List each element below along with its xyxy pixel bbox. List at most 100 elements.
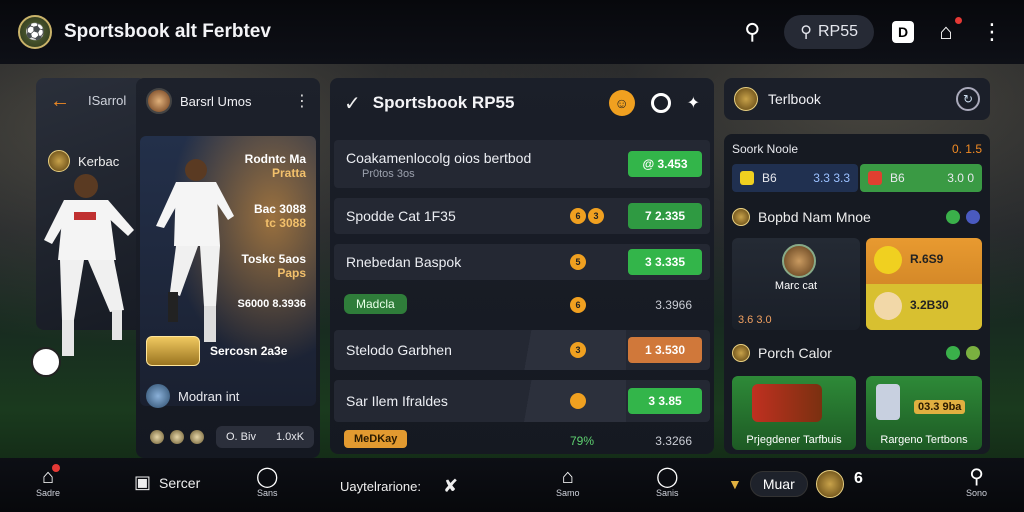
row-accent xyxy=(506,380,626,422)
sport-mode-label: Soork Noole xyxy=(732,142,799,156)
search-icon: ⚲ xyxy=(969,466,984,488)
moderator-label: Modran int xyxy=(178,388,240,404)
ring-icon[interactable] xyxy=(650,93,671,113)
center-header: ✓ Sportsbook RP55 ☺ ✦ xyxy=(330,78,714,128)
section-2-icons xyxy=(946,346,980,360)
section-1-icons xyxy=(946,210,980,224)
chip-group xyxy=(570,393,586,409)
nav-item-search[interactable]: ⚲ Sono xyxy=(966,466,987,498)
clock-icon: ◯ xyxy=(256,466,279,488)
chip-group: 3 xyxy=(570,342,586,358)
chip-icon: 6 xyxy=(570,208,586,224)
back-arrow-icon[interactable]: ← xyxy=(50,90,70,113)
status-dot-icon[interactable] xyxy=(966,210,980,224)
gold-row[interactable]: Sercosn 2a3e xyxy=(146,336,287,366)
tile-3-caption: Prjegdener Tarfbuis xyxy=(746,434,842,446)
nav-item-home[interactable]: ⌂ Sadre xyxy=(36,464,61,498)
sport-mode-row: Soork Noole 0. 1.5 xyxy=(732,142,982,156)
footer-pill[interactable]: O. Biv 1.0xK xyxy=(216,426,315,448)
footer-right-value: 1.0xK xyxy=(275,431,305,443)
d-badge-icon[interactable]: D xyxy=(892,21,914,43)
status-dot-icon[interactable] xyxy=(946,346,960,360)
section-2-label: Porch Calor xyxy=(758,345,832,361)
left-card-footer: O. Biv 1.0xK xyxy=(150,426,315,448)
featured-tile-4[interactable]: 03.3 9ba Rargeno Tertbons xyxy=(866,376,982,450)
tile-2-top: R.6S9 xyxy=(910,252,944,266)
hero-stat-2-top: Bac 3088 xyxy=(253,202,306,216)
bet-row[interactable]: Madcla 6 3.3966 xyxy=(334,288,710,322)
hero-stat-2: Bac 3088 tc 3088 xyxy=(254,202,306,230)
chip-group: 5 xyxy=(570,254,586,270)
nav-item-muar[interactable]: ▼ Muar xyxy=(728,470,844,498)
bet-option-b[interactable]: B6 3.0 0 xyxy=(860,164,982,192)
heart-icon xyxy=(740,171,754,185)
bet-row[interactable]: Sar Ilem Ifraldes 3 3.85 xyxy=(334,380,710,422)
moderator-row[interactable]: Modran int xyxy=(146,384,239,408)
nav-item-count[interactable]: 6 xyxy=(854,468,863,490)
smile-icon[interactable]: ☺ xyxy=(608,90,635,116)
bet-row-label: Spodde Cat 1F35 xyxy=(346,208,456,224)
bet-row[interactable]: MeDKay 79% 3.3266 xyxy=(334,428,710,454)
nav-sanis-label: Sanis xyxy=(656,488,679,498)
bet-a-label: B6 xyxy=(762,171,777,185)
odds-button[interactable]: 3 3.335 xyxy=(628,249,702,275)
odds-button[interactable]: @ 3.453 xyxy=(628,151,702,177)
tickets-icon: 6 xyxy=(854,470,863,487)
nav-item-sercer[interactable]: ▣ Sercer xyxy=(134,472,200,493)
bet-row-label: Stelodo Garbhen xyxy=(346,342,452,358)
odds-button[interactable]: 7 2.335 xyxy=(628,203,702,229)
odds-button[interactable]: 3 3.85 xyxy=(628,388,702,414)
chip-icon: 3 xyxy=(570,342,586,358)
chip-icon: 5 xyxy=(570,254,586,270)
nav-item-status[interactable]: Uaytelrarione: ✘ xyxy=(340,476,458,497)
more-vert-icon[interactable]: ⋮ xyxy=(294,91,310,111)
bet-row[interactable]: Rnebedan Baspok 5 3 3.335 xyxy=(334,244,710,280)
search-icon[interactable]: ⚲ xyxy=(738,19,766,45)
featured-tile-1[interactable]: Marc cat 3.6 3.0 xyxy=(732,238,860,330)
plain-value: 3.3266 xyxy=(655,434,692,448)
refresh-icon[interactable]: ↻ xyxy=(956,87,980,111)
filter-icon[interactable]: ✦ xyxy=(687,93,700,113)
bet-option-a[interactable]: B6 3.3 3.3 xyxy=(732,164,858,192)
back-title: ISarrol xyxy=(88,93,127,108)
whistle-icon: ✘ xyxy=(442,476,459,496)
notification-dot xyxy=(52,464,61,472)
nav-item-samo[interactable]: ⌂ Samo xyxy=(556,466,580,498)
right-body: Soork Noole 0. 1.5 B6 3.3 3.3 B6 3.0 0 B… xyxy=(724,134,990,454)
home-icon[interactable]: ⌂ xyxy=(932,17,962,45)
avatar[interactable] xyxy=(146,88,172,114)
tile-2-bottom: 3.2B30 xyxy=(910,298,949,312)
nav-item-sanis[interactable]: ◯ Sanis xyxy=(656,466,679,498)
percent-value: 79% xyxy=(570,434,595,448)
bet-row-sub: Pr0tos 3os xyxy=(362,168,415,180)
bet-row[interactable]: Stelodo Garbhen 3 1 3.530 xyxy=(334,330,710,370)
status-dot-icon[interactable] xyxy=(946,210,960,224)
timer-icon: ◯ xyxy=(656,466,679,488)
player-avatar xyxy=(782,244,816,278)
nav-search-label: Sono xyxy=(966,488,988,498)
left-card-title: Barsrl Umos xyxy=(180,93,252,109)
bet-row[interactable]: Coakamenlocolg oios bertbod Pr0tos 3os @… xyxy=(334,140,710,188)
player-left-image xyxy=(31,174,134,377)
status-dot-icon[interactable] xyxy=(966,346,980,360)
odds-button[interactable]: 1 3.530 xyxy=(628,337,702,363)
left-card-header: Barsrl Umos ⋮ xyxy=(136,78,320,124)
cup-icon: ▣ xyxy=(134,472,152,492)
bet-row[interactable]: Spodde Cat 1F35 6 3 7 2.335 xyxy=(334,198,710,234)
app-logo-icon[interactable]: ⚽ xyxy=(18,15,52,49)
team-row[interactable]: Kerbac xyxy=(48,150,119,172)
nav-item-sans[interactable]: ◯ Sans xyxy=(256,466,278,498)
featured-tile-3[interactable]: Prjegdener Tarfbuis xyxy=(732,376,856,450)
search-pill[interactable]: ⚲ RP55 xyxy=(784,15,874,49)
gold-text: Sercosn 2a3e xyxy=(210,344,288,358)
nav-muar-label: Muar xyxy=(749,471,808,497)
section-1-label: Bopbd Nam Mnoe xyxy=(758,209,871,225)
featured-tile-2[interactable]: R.6S9 3.2B30 xyxy=(866,238,982,330)
top-bar: ⚽ Sportsbook alt Ferbtev ⚲ ⚲ RP55 D ⌂ ⋮ xyxy=(0,0,1024,64)
hero-stat-1-top: Rodntc Ma xyxy=(244,152,306,166)
more-vert-icon[interactable]: ⋮ xyxy=(978,19,1006,45)
ball-icon xyxy=(190,430,204,444)
crest-icon: ▼ xyxy=(728,476,742,492)
hero-stat-3-sub: Paps xyxy=(277,266,306,280)
status-badge: MeDKay xyxy=(344,430,408,448)
